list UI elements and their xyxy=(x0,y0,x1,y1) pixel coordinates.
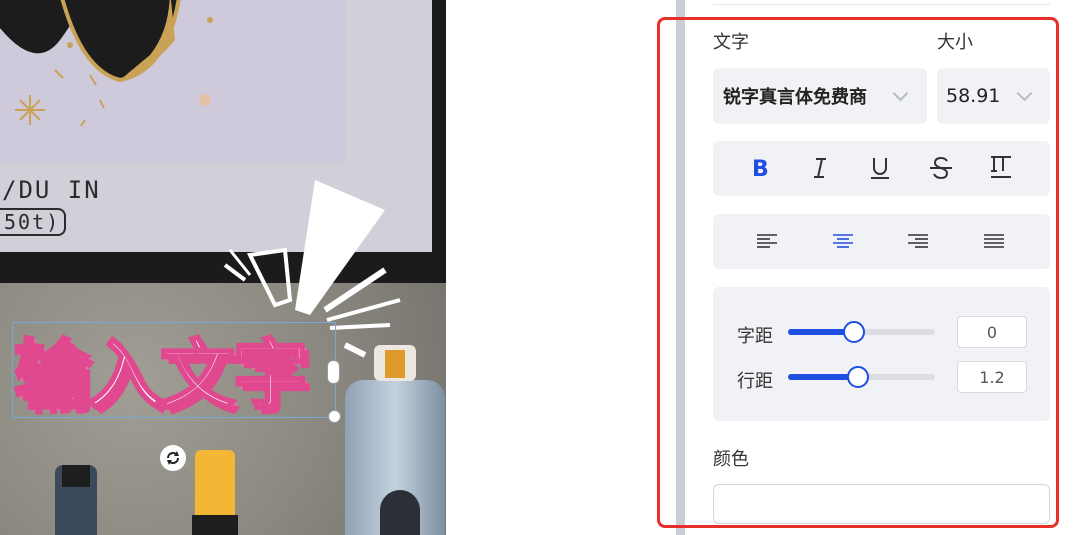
underline-icon xyxy=(871,158,889,179)
line-height-input[interactable]: 1.2 xyxy=(957,361,1027,393)
workspace-background xyxy=(446,0,676,535)
font-label: 文字 xyxy=(713,32,749,53)
framed-artwork xyxy=(0,0,345,163)
rotate-handle[interactable] xyxy=(160,445,186,471)
font-size-value: 58.91 xyxy=(946,85,1001,107)
align-left-icon xyxy=(757,234,777,248)
font-family-select[interactable]: 锐字真言体免费商 xyxy=(713,68,927,124)
chevron-down-icon xyxy=(1016,85,1033,102)
strikethrough-icon xyxy=(930,156,952,180)
panel-divider xyxy=(713,4,1050,5)
vertical-text-button[interactable] xyxy=(981,148,1021,188)
yellow-marker-body xyxy=(192,515,238,535)
bold-icon: B xyxy=(752,157,769,180)
italic-button[interactable] xyxy=(800,148,840,188)
letter-spacing-slider-thumb[interactable] xyxy=(843,321,865,343)
text-align-toolbar xyxy=(713,214,1050,269)
vertical-text-icon xyxy=(991,156,1011,178)
chevron-down-icon xyxy=(892,85,909,102)
color-picker-field[interactable] xyxy=(713,484,1050,524)
bold-button[interactable]: B xyxy=(740,148,780,188)
align-right-icon xyxy=(908,234,928,248)
line-height-label: 行距 xyxy=(737,371,773,392)
line-height-slider-thumb[interactable] xyxy=(847,366,869,388)
align-justify-icon xyxy=(984,234,1004,248)
align-right-button[interactable] xyxy=(898,221,938,261)
strikethrough-button[interactable] xyxy=(921,148,961,188)
align-justify-button[interactable] xyxy=(974,221,1014,261)
heart-illustration xyxy=(0,0,345,163)
letter-spacing-label: 字距 xyxy=(737,326,773,347)
dark-marker-cap xyxy=(62,465,90,487)
font-size-select[interactable]: 58.91 xyxy=(937,68,1050,124)
spray-can-logo xyxy=(380,490,420,535)
canvas-text-element[interactable]: 输入文字 xyxy=(12,314,309,423)
color-label: 颜色 xyxy=(713,449,749,470)
italic-icon xyxy=(814,158,826,178)
rotate-icon xyxy=(167,451,179,465)
align-center-icon xyxy=(833,234,853,248)
panel-scrollbar[interactable] xyxy=(676,0,685,535)
spacing-controls xyxy=(713,287,1050,421)
print-text-line1: /DU IN xyxy=(2,176,101,204)
letter-spacing-input[interactable]: 0 xyxy=(957,316,1027,348)
align-left-button[interactable] xyxy=(747,221,787,261)
align-center-button[interactable] xyxy=(823,221,863,261)
resize-handle-right[interactable] xyxy=(327,360,340,384)
resize-handle-corner[interactable] xyxy=(328,410,341,423)
print-text-line2: 50t) xyxy=(0,208,67,236)
underline-button[interactable] xyxy=(860,148,900,188)
svg-text:B: B xyxy=(752,157,769,180)
spray-can-nozzle xyxy=(385,350,405,378)
font-family-value: 锐字真言体免费商 xyxy=(723,87,867,108)
design-canvas[interactable]: /DU IN 50t) 输入文字 xyxy=(0,0,446,535)
size-label: 大小 xyxy=(937,32,973,53)
text-style-toolbar: B xyxy=(713,141,1050,196)
